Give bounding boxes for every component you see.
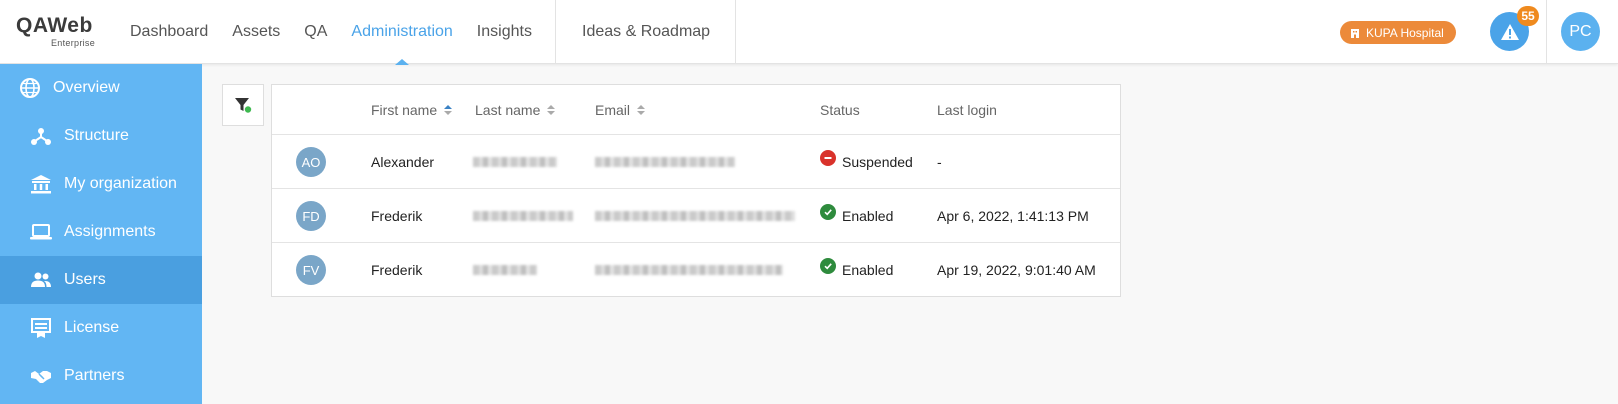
email-cell-redacted [595,189,795,242]
status-text: Enabled [842,207,894,224]
sidebar-item-users[interactable]: Users [0,256,202,304]
nav-administration[interactable]: Administration [339,0,464,65]
table-row[interactable]: FD Frederik Enabled Apr 6, 2022, 1:41:13… [272,189,1120,243]
nav-administration-label: Administration [351,23,453,40]
table-row[interactable]: AO Alexander Suspended - [272,135,1120,189]
sidebar-item-partners[interactable]: Partners [0,352,202,400]
nav-qa[interactable]: QA [292,0,339,64]
active-nav-indicator [395,59,410,65]
sort-icon [444,104,453,115]
nav-ideas-roadmap[interactable]: Ideas & Roadmap [582,0,710,64]
institution-icon [29,172,53,196]
table-header-row: First name Last name Email Status Last l… [272,85,1120,135]
user-initials-avatar: FD [296,201,326,231]
table-row[interactable]: FV Frederik Enabled Apr 19, 2022, 9:01:4… [272,243,1120,297]
status-cell: Enabled [820,189,893,242]
column-first-name[interactable]: First name [371,85,453,134]
nav-divider [735,0,736,64]
sidebar-item-my-organization[interactable]: My organization [0,160,202,208]
status-text: Enabled [842,262,894,278]
handshake-icon [29,364,53,388]
last-name-cell-redacted [473,243,537,297]
filter-icon [235,98,252,113]
column-last-login: Last login [937,101,997,118]
nav-assets[interactable]: Assets [220,0,292,64]
user-avatar[interactable]: PC [1561,12,1600,51]
email-cell-redacted [595,135,735,188]
sidebar-item-label: License [64,319,120,336]
globe-icon [18,76,42,100]
column-status: Status [820,101,860,118]
suspended-icon [820,149,836,166]
users-icon [29,268,53,292]
filter-button[interactable] [222,84,264,126]
email-cell-redacted [595,243,783,297]
first-name-cell: Frederik [371,207,423,224]
first-name-cell: Alexander [371,153,435,170]
last-login-cell: Apr 19, 2022, 9:01:40 AM [937,262,1096,278]
nav-dashboard[interactable]: Dashboard [118,0,220,64]
check-icon [820,258,836,274]
laptop-icon [29,220,53,244]
app-logo[interactable]: QAWeb Enterprise [16,15,106,49]
sidebar-item-label: Structure [64,127,129,144]
column-last-name[interactable]: Last name [475,85,556,134]
status-cell: Suspended [820,135,913,188]
sidebar-item-label: Users [64,271,106,288]
organization-badge[interactable]: KUPA Hospital [1340,21,1456,44]
alert-count-badge: 55 [1517,6,1539,26]
sidebar-item-label: Overview [53,79,120,96]
sidebar-item-label: Partners [64,367,125,384]
sidebar-item-label: Assignments [64,223,156,240]
organization-name: KUPA Hospital [1366,25,1444,40]
sort-icon [547,104,556,115]
warning-icon [1500,23,1519,40]
top-header: QAWeb Enterprise Dashboard Assets QA Adm… [0,0,1618,65]
column-email[interactable]: Email [595,85,646,134]
last-name-cell-redacted [473,135,557,188]
sidebar-item-assignments[interactable]: Assignments [0,208,202,256]
status-cell: Enabled [820,243,893,297]
sidebar-item-label: My organization [64,175,177,192]
license-icon [29,316,53,340]
structure-icon [29,124,53,148]
sidebar-item-overview[interactable]: Overview [0,64,202,112]
header-divider [1546,0,1547,64]
building-icon [1351,28,1359,38]
logo-sub-text: Enterprise [51,38,96,48]
sidebar: Overview Structure My organization Assig… [0,64,202,404]
column-label: First name [371,101,438,118]
main-nav: Dashboard Assets QA Administration Insig… [118,0,544,65]
first-name-cell: Frederik [371,262,423,278]
column-label: Last name [475,101,541,118]
nav-divider [555,0,556,64]
column-label: Email [595,101,631,118]
sidebar-item-structure[interactable]: Structure [0,112,202,160]
logo-main-text: QAWeb [16,14,93,37]
last-name-cell-redacted [473,189,573,242]
last-login-cell: Apr 6, 2022, 1:41:13 PM [937,207,1089,224]
sort-icon [637,104,646,115]
user-initials-avatar: AO [296,147,326,177]
users-table: First name Last name Email Status Last l… [271,84,1121,297]
user-initials-avatar: FV [296,255,326,285]
nav-insights[interactable]: Insights [465,0,544,64]
status-text: Suspended [842,153,913,170]
sidebar-item-license[interactable]: License [0,304,202,352]
check-icon [820,203,836,220]
last-login-cell: - [937,153,942,170]
